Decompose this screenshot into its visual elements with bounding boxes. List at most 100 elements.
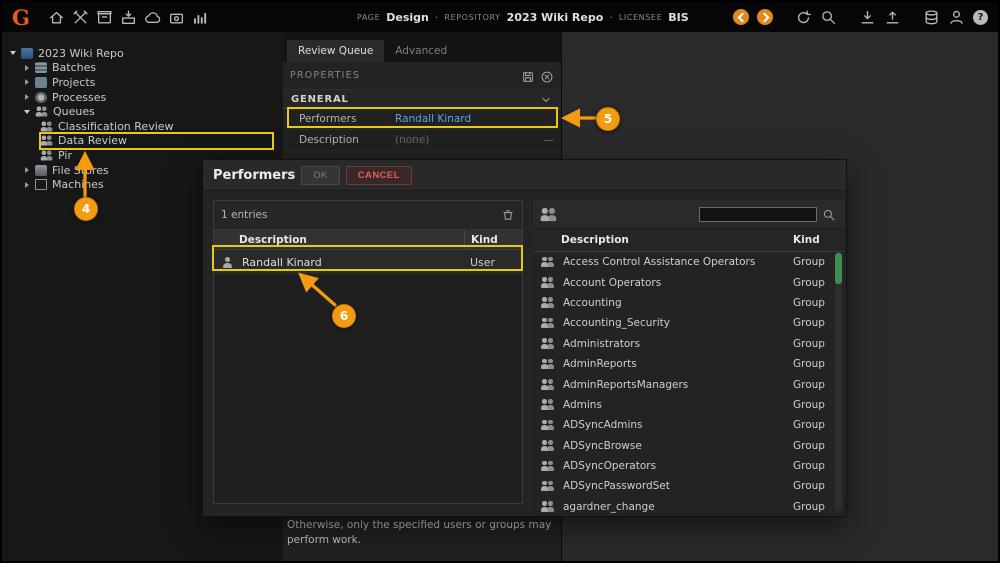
help-icon[interactable]: ?	[973, 10, 988, 25]
expander-closed-icon[interactable]	[22, 92, 32, 102]
close-circle-icon[interactable]	[540, 69, 554, 83]
group-row[interactable]: Accounting_SecurityGroup	[533, 313, 845, 333]
performers-dialog: Performers OK CANCEL 1 entries Descripti…	[202, 159, 847, 517]
kind-column-header[interactable]: Kind	[464, 230, 522, 249]
selected-performer-row[interactable]: Randall Kinard User	[214, 250, 522, 274]
tree-item-label: Pir	[58, 149, 72, 162]
general-section-header[interactable]: GENERAL	[283, 90, 561, 109]
tree-item-label: Projects	[52, 76, 95, 89]
tree-item-label: Classification Review	[58, 120, 174, 133]
machine-box-icon[interactable]	[168, 9, 185, 26]
step-badge-6: 6	[332, 304, 356, 328]
group-row[interactable]: AdminReportsManagersGroup	[533, 374, 845, 394]
group-row[interactable]: AccountingGroup	[533, 293, 845, 313]
user-icon[interactable]	[948, 9, 965, 26]
performer-search-input[interactable]	[699, 207, 817, 222]
archive-box-icon[interactable]	[96, 9, 113, 26]
group-icon	[541, 420, 555, 431]
queues-icon	[36, 107, 49, 117]
tree-item-classification-review[interactable]: Classification Review	[2, 119, 283, 134]
ok-button[interactable]: OK	[301, 166, 340, 185]
performers-property-value[interactable]: Randall Kinard	[395, 113, 471, 125]
group-row[interactable]: AdminReportsGroup	[533, 354, 845, 374]
back-button[interactable]	[733, 9, 749, 25]
database-icon[interactable]	[923, 9, 940, 26]
tree-item-data-review[interactable]: Data Review	[2, 134, 283, 149]
home-icon[interactable]	[48, 9, 65, 26]
separator-dot: ·	[609, 11, 613, 24]
description-column-header[interactable]: Description	[533, 229, 787, 251]
available-panel-toolbar	[533, 200, 845, 229]
group-row[interactable]: Account OperatorsGroup	[533, 272, 845, 292]
cloud-icon[interactable]	[144, 9, 161, 26]
save-icon[interactable]	[521, 69, 535, 83]
scrollbar-thumb[interactable]	[835, 253, 842, 284]
tree-item-queues[interactable]: Queues	[2, 104, 283, 119]
group-description: agardner_change	[563, 501, 787, 513]
tree-item-label: Data Review	[58, 134, 127, 147]
expander-open-icon[interactable]	[8, 48, 18, 58]
expander-closed-icon[interactable]	[22, 180, 32, 190]
tab-advanced[interactable]: Advanced	[384, 40, 458, 62]
refresh-icon[interactable]	[795, 9, 812, 26]
group-description: ADSyncAdmins	[563, 419, 787, 431]
repository-value[interactable]: 2023 Wiki Repo	[507, 11, 604, 24]
group-icon	[541, 481, 555, 492]
tree-item-repo-root[interactable]: 2023 Wiki Repo	[2, 46, 283, 61]
tab-review-queue[interactable]: Review Queue	[287, 40, 384, 62]
batches-icon	[35, 62, 47, 73]
licensee-label: LICENSEE	[619, 13, 662, 22]
page-value[interactable]: Design	[386, 11, 429, 24]
tree-item-projects[interactable]: Projects	[2, 75, 283, 90]
expander-closed-icon[interactable]	[22, 63, 32, 73]
tree-item-label: File Stores	[52, 164, 109, 177]
description-column-header[interactable]: Description	[214, 230, 464, 249]
design-tools-icon[interactable]	[72, 9, 89, 26]
group-description: AdminReportsManagers	[563, 379, 787, 391]
tab-strip: Review Queue Advanced	[283, 32, 561, 62]
group-row[interactable]: AdministratorsGroup	[533, 334, 845, 354]
group-row[interactable]: ADSyncOperatorsGroup	[533, 456, 845, 476]
machines-icon	[35, 179, 47, 190]
group-row[interactable]: agardner_changeGroup	[533, 497, 845, 517]
upload-icon[interactable]	[884, 9, 901, 26]
group-icon	[541, 379, 555, 390]
chevron-down-icon[interactable]	[539, 92, 553, 106]
search-icon[interactable]	[820, 9, 837, 26]
tree-item-batches[interactable]: Batches	[2, 61, 283, 76]
tree-item-label: Batches	[52, 61, 96, 74]
group-row[interactable]: ADSyncAdminsGroup	[533, 415, 845, 435]
group-row[interactable]: Access Control Assistance OperatorsGroup	[533, 252, 845, 272]
scrollbar-track[interactable]	[835, 252, 842, 511]
group-row[interactable]: ADSyncPasswordSetGroup	[533, 476, 845, 496]
expander-closed-icon[interactable]	[22, 165, 32, 175]
download-icon[interactable]	[859, 9, 876, 26]
expander-closed-icon[interactable]	[22, 77, 32, 87]
tree-item-processes[interactable]: Processes	[2, 90, 283, 105]
ellipsis-dash-icon[interactable]: —	[544, 135, 554, 146]
import-box-icon[interactable]	[120, 9, 137, 26]
available-table-header: Description Kind	[533, 229, 845, 252]
stats-chart-icon[interactable]	[192, 9, 209, 26]
kind-column-header[interactable]: Kind	[787, 229, 845, 251]
projects-icon	[35, 77, 47, 88]
selected-table-header: Description Kind	[214, 230, 522, 250]
processes-icon	[35, 92, 47, 103]
description-property-row[interactable]: Description (none) —	[283, 130, 561, 151]
cancel-button[interactable]: CANCEL	[346, 166, 412, 185]
queue-people-icon	[41, 121, 54, 131]
group-row[interactable]: ADSyncBrowseGroup	[533, 436, 845, 456]
performers-property-row[interactable]: Performers Randall Kinard	[283, 109, 561, 130]
search-magnifier-icon[interactable]	[822, 207, 836, 221]
tree-item-label: Machines	[52, 178, 104, 191]
people-group-icon	[541, 207, 558, 220]
forward-button[interactable]	[757, 9, 773, 25]
group-description: ADSyncOperators	[563, 460, 787, 472]
group-row[interactable]: AdminsGroup	[533, 395, 845, 415]
app-logo: G	[12, 7, 30, 28]
expander-open-icon[interactable]	[22, 107, 32, 117]
tree-item-label: 2023 Wiki Repo	[38, 47, 124, 60]
description-property-value[interactable]: (none)	[395, 134, 429, 146]
context-breadcrumb: PAGE Design · REPOSITORY 2023 Wiki Repo …	[357, 11, 689, 24]
trash-icon[interactable]	[501, 208, 515, 222]
